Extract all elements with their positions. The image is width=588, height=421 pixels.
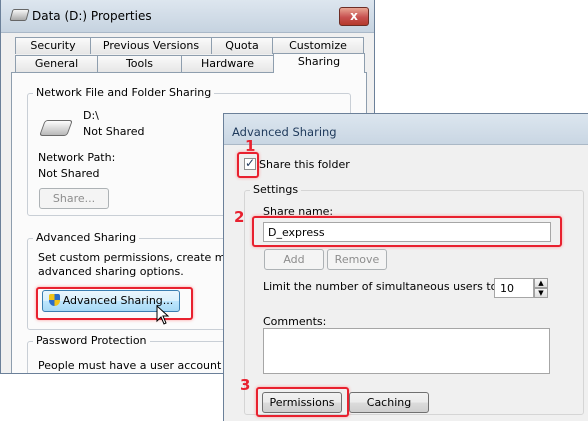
tab-tools[interactable]: Tools xyxy=(97,55,182,72)
remove-button[interactable]: Remove xyxy=(327,249,387,270)
tab-quota[interactable]: Quota xyxy=(211,37,273,54)
tab-sharing[interactable]: Sharing xyxy=(273,53,365,73)
drive-icon xyxy=(39,120,73,136)
network-path-label: Network Path: xyxy=(38,151,116,164)
tab-customize[interactable]: Customize xyxy=(272,37,364,54)
comments-input[interactable] xyxy=(263,328,550,374)
settings-group-title: Settings xyxy=(250,183,302,196)
close-button[interactable]: x xyxy=(339,7,369,26)
window-title: Data (D:) Properties xyxy=(32,9,152,23)
share-this-folder-checkbox[interactable]: ✓ xyxy=(244,156,256,170)
network-path-value: Not Shared xyxy=(38,167,100,180)
drive-icon xyxy=(9,9,30,21)
share-name-input[interactable]: D_express xyxy=(263,222,551,242)
add-button[interactable]: Add xyxy=(264,249,324,270)
limit-users-label: Limit the number of simultaneous users t… xyxy=(263,280,502,293)
tab-security[interactable]: Security xyxy=(15,37,91,54)
permissions-button[interactable]: Permissions xyxy=(262,392,342,413)
mouse-cursor-icon xyxy=(156,305,170,325)
annotation-number-2: 2 xyxy=(234,208,245,226)
checkmark-icon: ✓ xyxy=(245,156,256,170)
limit-users-value: 10 xyxy=(500,282,514,295)
spin-up-icon[interactable]: ▲ xyxy=(534,278,548,288)
tab-previous-versions[interactable]: Previous Versions xyxy=(90,37,212,54)
network-sharing-title: Network File and Folder Sharing xyxy=(33,86,215,99)
tab-hardware[interactable]: Hardware xyxy=(181,55,274,72)
tab-general[interactable]: General xyxy=(15,55,98,72)
comments-label: Comments: xyxy=(263,315,327,328)
drive-share-status: Not Shared xyxy=(83,125,145,138)
share-this-folder-label: Share this folder xyxy=(259,158,350,171)
share-name-value: D_express xyxy=(268,226,325,239)
advanced-sharing-title: Advanced Sharing xyxy=(33,231,140,244)
password-protection-title: Password Protection xyxy=(33,334,150,347)
annotation-number-3: 3 xyxy=(240,376,251,394)
properties-titlebar[interactable]: Data (D:) Properties x xyxy=(1,0,374,33)
drive-path: D:\ xyxy=(83,109,99,122)
share-button[interactable]: Share... xyxy=(39,188,109,209)
advanced-sharing-dialog: Advanced Sharing 1 ✓ Share this folder S… xyxy=(223,113,588,421)
advanced-description-line2: advanced sharing options. xyxy=(38,265,184,278)
spin-down-icon[interactable]: ▼ xyxy=(534,288,548,298)
advanced-sharing-titlebar[interactable]: Advanced Sharing xyxy=(224,114,588,145)
caching-button[interactable]: Caching xyxy=(349,392,429,413)
limit-users-input[interactable]: 10 xyxy=(494,278,534,298)
